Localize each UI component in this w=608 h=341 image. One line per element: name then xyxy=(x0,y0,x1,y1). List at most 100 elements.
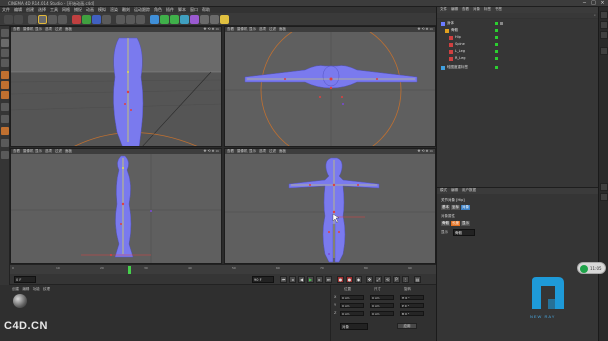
attributes-tab-icon[interactable] xyxy=(600,183,608,191)
nurbs-icon[interactable] xyxy=(170,15,179,24)
visibility-check-icon[interactable] xyxy=(495,50,498,53)
viewport-right[interactable]: 查看 摄像机 显示 选项 过滤 面板 ✥ ⟲ ⊕ ▭ xyxy=(10,148,222,264)
rotation-key-icon[interactable]: ⟲ xyxy=(384,276,391,283)
polygons-mode-icon[interactable] xyxy=(1,91,9,99)
object-row[interactable]: R_Leg xyxy=(437,56,599,62)
cube-icon[interactable] xyxy=(150,15,159,24)
visibility-check-icon[interactable] xyxy=(495,43,498,46)
attr-menu-mode[interactable]: 模式 xyxy=(440,188,447,193)
objects-menu-tags[interactable]: 标签 xyxy=(484,7,491,12)
objects-tab-icon[interactable] xyxy=(600,11,608,19)
attr-menu-user-data[interactable]: 用户数据 xyxy=(462,188,476,193)
render-settings-icon[interactable] xyxy=(136,15,145,24)
close-button[interactable]: × xyxy=(599,0,606,6)
array-icon[interactable] xyxy=(180,15,189,24)
next-key-icon[interactable]: ▸ xyxy=(316,276,323,283)
object-row[interactable]: L_Leg xyxy=(437,49,599,55)
object-row[interactable]: Spine xyxy=(437,42,599,48)
viewport-nav-icons[interactable]: ✥ ⟲ ⊕ ▭ xyxy=(418,27,433,31)
y-axis-icon[interactable] xyxy=(82,15,91,24)
material-preview[interactable] xyxy=(13,294,27,308)
floating-status-widget[interactable]: 11:05 xyxy=(577,262,606,274)
object-row[interactable]: 身体 xyxy=(437,21,599,27)
objects-menu-objects[interactable]: 对象 xyxy=(473,7,480,12)
x-axis-icon[interactable] xyxy=(72,15,81,24)
minimize-button[interactable]: − xyxy=(581,0,588,6)
timeline-ruler[interactable]: 0 10 20 30 40 50 60 70 80 90 xyxy=(10,264,436,274)
undo-icon[interactable] xyxy=(4,15,13,24)
object-row[interactable]: Hip xyxy=(437,35,599,41)
attr-tab-basic[interactable]: 基本 xyxy=(441,205,450,210)
timeline-window-icon[interactable]: ▤ xyxy=(414,276,421,283)
coord-size-x-field[interactable]: 0 cm xyxy=(370,295,394,300)
camera-icon[interactable] xyxy=(210,15,219,24)
tweak-mode-icon[interactable] xyxy=(1,115,9,123)
make-editable-icon[interactable] xyxy=(1,29,9,37)
axis-mode-icon[interactable] xyxy=(1,103,9,111)
autokey-icon[interactable]: ● xyxy=(346,276,353,283)
layers-tab-icon[interactable] xyxy=(600,47,608,55)
record-icon[interactable]: ● xyxy=(337,276,344,283)
environment-icon[interactable] xyxy=(200,15,209,24)
coord-pos-y-field[interactable]: 0 cm xyxy=(340,303,364,308)
layer-manager-tab-icon[interactable] xyxy=(600,193,608,201)
points-mode-icon[interactable] xyxy=(1,71,9,79)
object-row[interactable]: 骨骼 xyxy=(437,28,599,34)
start-frame-field[interactable]: 0 F xyxy=(14,276,36,283)
object-row[interactable]: 蛙图度重标签 xyxy=(437,65,599,71)
go-to-start-icon[interactable]: ⏮ xyxy=(280,276,287,283)
attr-label-display[interactable]: 显示 xyxy=(461,221,470,226)
workplane-mode-icon[interactable] xyxy=(1,59,9,67)
material-menu-edit[interactable]: 编辑 xyxy=(22,287,29,291)
position-key-icon[interactable]: ✥ xyxy=(366,276,373,283)
rotate-icon[interactable] xyxy=(58,15,67,24)
visibility-check-icon[interactable] xyxy=(495,57,498,60)
viewport-top[interactable]: 查看 摄像机 显示 选项 过滤 面板 ✥ ⟲ ⊕ ▭ xyxy=(224,26,436,147)
scale-key-icon[interactable]: ⤢ xyxy=(375,276,382,283)
lock-workplane-icon[interactable] xyxy=(1,139,9,147)
coord-rot-p-field[interactable]: P 0 ° xyxy=(400,303,424,308)
edges-mode-icon[interactable] xyxy=(1,81,9,89)
planar-workplane-icon[interactable] xyxy=(1,151,9,159)
viewport-front[interactable]: 查看 摄像机 显示 选项 过滤 面板 ✥ ⟲ ⊕ ▭ xyxy=(224,148,436,264)
visibility-check-icon[interactable] xyxy=(495,36,498,39)
visibility-check-icon[interactable] xyxy=(495,29,498,32)
coord-size-z-field[interactable]: 0 cm xyxy=(370,311,394,316)
coord-pos-z-field[interactable]: 0 cm xyxy=(340,311,364,316)
material-menu-create[interactable]: 创建 xyxy=(12,287,19,291)
attr-label-bone[interactable]: 骨骼 xyxy=(441,221,450,226)
attr-tab-object[interactable]: 对象 xyxy=(461,205,470,210)
play-forward-icon[interactable]: ▶ xyxy=(307,276,314,283)
redo-icon[interactable] xyxy=(14,15,23,24)
attr-menu-edit[interactable]: 编辑 xyxy=(451,188,458,193)
viewport-nav-icons[interactable]: ✥ ⟲ ⊕ ▭ xyxy=(204,149,219,153)
go-to-end-icon[interactable]: ⏭ xyxy=(325,276,332,283)
move-icon[interactable] xyxy=(38,15,47,24)
coord-rot-h-field[interactable]: H 0 ° xyxy=(400,295,424,300)
deformer-icon[interactable] xyxy=(190,15,199,24)
maximize-button[interactable]: □ xyxy=(590,0,597,6)
viewport-nav-icons[interactable]: ✥ ⟲ ⊕ ▭ xyxy=(204,27,219,31)
render-view-icon[interactable] xyxy=(116,15,125,24)
previous-key-icon[interactable]: ◂ xyxy=(289,276,296,283)
objects-menu-bookmarks[interactable]: 书签 xyxy=(495,7,502,12)
viewport-nav-icons[interactable]: ✥ ⟲ ⊕ ▭ xyxy=(418,149,433,153)
objects-search-icon[interactable]: ⌕ xyxy=(594,13,596,17)
visibility-check-icon[interactable] xyxy=(495,66,498,69)
model-mode-icon[interactable] xyxy=(1,39,9,47)
scale-icon[interactable] xyxy=(48,15,57,24)
play-backward-icon[interactable]: ◀ xyxy=(298,276,305,283)
objects-menu-file[interactable]: 文件 xyxy=(440,7,447,12)
structure-tab-icon[interactable] xyxy=(600,31,608,39)
coord-pos-x-field[interactable]: 0 cm xyxy=(340,295,364,300)
live-select-icon[interactable] xyxy=(28,15,37,24)
coordinate-system-icon[interactable] xyxy=(102,15,111,24)
snap-icon[interactable] xyxy=(1,127,9,135)
spline-icon[interactable] xyxy=(160,15,169,24)
coord-size-y-field[interactable]: 0 cm xyxy=(370,303,394,308)
coord-mode-select[interactable]: 对象 xyxy=(340,323,368,330)
render-picture-viewer-icon[interactable] xyxy=(126,15,135,24)
objects-menu-view[interactable]: 查看 xyxy=(462,7,469,12)
z-axis-icon[interactable] xyxy=(92,15,101,24)
coord-rot-b-field[interactable]: B 0 ° xyxy=(400,311,424,316)
